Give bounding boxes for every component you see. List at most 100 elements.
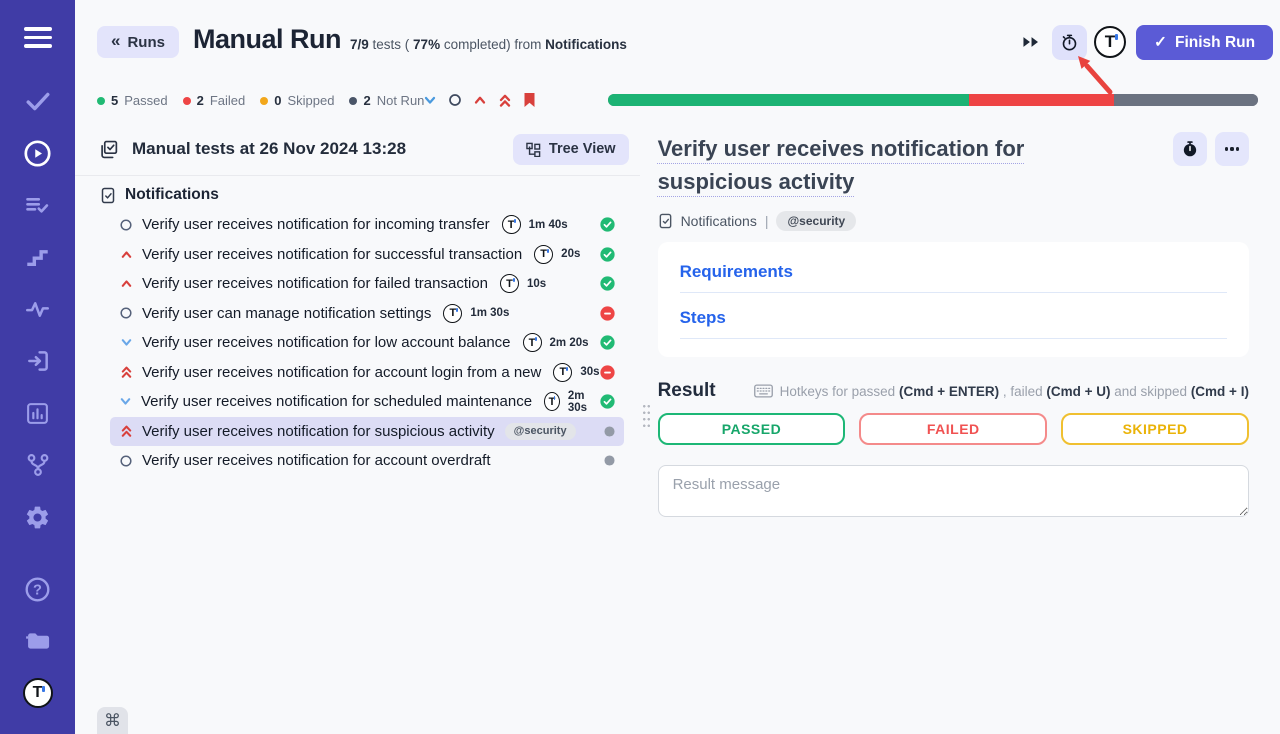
pulse-icon[interactable] bbox=[0, 283, 75, 335]
app-logo: T bbox=[23, 678, 53, 708]
duration-label: 30s bbox=[580, 366, 599, 378]
breadcrumb: Notifications | @security bbox=[658, 211, 1249, 231]
status-badge bbox=[600, 306, 615, 321]
test-row[interactable]: Verify user receives notification for ac… bbox=[110, 358, 624, 388]
bookmark-filter-icon[interactable] bbox=[523, 92, 536, 108]
test-row[interactable]: Verify user receives notification for ac… bbox=[110, 446, 624, 476]
import-icon[interactable] bbox=[0, 335, 75, 387]
suite-row[interactable]: Notifications bbox=[100, 186, 640, 204]
hotkeys-hint: Hotkeys for passed (Cmd + ENTER) , faile… bbox=[754, 384, 1249, 399]
priority-icon bbox=[119, 277, 133, 290]
branches-icon[interactable] bbox=[0, 439, 75, 491]
test-row[interactable]: Verify user receives notification for su… bbox=[110, 240, 624, 270]
fast-forward-icon[interactable] bbox=[1022, 35, 1040, 49]
test-meta: T 30s bbox=[553, 363, 599, 382]
section-steps[interactable]: Steps bbox=[680, 308, 1227, 328]
priority-icon bbox=[119, 306, 133, 320]
result-head: Result Hotkeys for passed (Cmd + ENTER) … bbox=[658, 380, 1249, 402]
status-badge bbox=[600, 365, 615, 380]
more-options-button[interactable] bbox=[1215, 132, 1249, 166]
help-icon[interactable]: ? bbox=[0, 563, 75, 615]
passed-button[interactable]: PASSED bbox=[658, 413, 846, 445]
skipped-button[interactable]: SKIPPED bbox=[1061, 413, 1249, 445]
result-heading: Result bbox=[658, 380, 716, 402]
status-badge bbox=[600, 335, 615, 350]
duration-label: 2m 20s bbox=[550, 337, 589, 349]
test-title: Verify user receives notification for ac… bbox=[142, 452, 491, 469]
test-title: Verify user receives notification for in… bbox=[142, 216, 490, 233]
status-count-item[interactable]: 2 Not Run bbox=[349, 93, 424, 108]
failed-button[interactable]: FAILED bbox=[859, 413, 1047, 445]
test-row[interactable]: Verify user receives notification for su… bbox=[110, 417, 624, 447]
filter-icons bbox=[423, 92, 536, 108]
double-chevron-up-filter-icon[interactable] bbox=[498, 93, 512, 108]
account-logo[interactable]: T bbox=[1094, 26, 1126, 58]
test-row[interactable]: Verify user receives notification for fa… bbox=[110, 269, 624, 299]
test-title: Verify user can manage notification sett… bbox=[142, 305, 431, 322]
tree-view-icon bbox=[526, 142, 541, 157]
priority-icon bbox=[119, 424, 133, 438]
menu-icon[interactable] bbox=[0, 0, 75, 75]
test-meta: T 1m 40s bbox=[502, 215, 568, 234]
keyboard-icon bbox=[754, 384, 773, 398]
status-badge bbox=[604, 455, 615, 466]
detail-actions bbox=[1173, 132, 1249, 166]
automation-logo-icon: T bbox=[534, 245, 553, 264]
test-row[interactable]: Verify user receives notification for in… bbox=[110, 210, 624, 240]
topbar: « Runs Manual Run 7/9 tests ( 77% comple… bbox=[75, 0, 1280, 85]
tree-view-button[interactable]: Tree View bbox=[513, 134, 629, 165]
test-list: Verify user receives notification for in… bbox=[75, 210, 640, 476]
progress-segment bbox=[608, 94, 969, 106]
stopwatch-icon bbox=[1060, 33, 1079, 52]
steps-icon[interactable] bbox=[0, 231, 75, 283]
automation-logo-icon: T bbox=[523, 333, 542, 352]
tag-badge[interactable]: @security bbox=[776, 211, 856, 231]
settings-gear-icon[interactable] bbox=[0, 491, 75, 543]
suite-label: Notifications bbox=[125, 186, 219, 204]
priority-icon bbox=[119, 336, 133, 349]
command-palette-button[interactable]: ⌘ bbox=[97, 707, 128, 734]
status-count-item[interactable]: 0 Skipped bbox=[260, 93, 334, 108]
chevron-down-filter-icon[interactable] bbox=[423, 93, 437, 107]
suite-doc-icon bbox=[100, 187, 116, 204]
status-count-item[interactable]: 5 Passed bbox=[97, 93, 168, 108]
tests-check-icon[interactable] bbox=[0, 75, 75, 127]
run-header: Manual tests at 26 Nov 2024 13:28 Tree V… bbox=[75, 123, 640, 176]
status-badge bbox=[600, 276, 615, 291]
percent-completed: 77% bbox=[413, 37, 440, 52]
status-badge bbox=[604, 426, 615, 437]
finish-run-button[interactable]: ✓ Finish Run bbox=[1136, 25, 1273, 60]
circle-filter-icon[interactable] bbox=[448, 93, 462, 107]
svg-text:?: ? bbox=[33, 582, 42, 598]
automation-logo-icon: T bbox=[500, 274, 519, 293]
test-title: Verify user receives notification for sc… bbox=[141, 393, 532, 410]
runs-play-icon[interactable] bbox=[0, 127, 75, 179]
priority-icon bbox=[119, 248, 133, 261]
breadcrumb-suite[interactable]: Notifications bbox=[681, 213, 757, 229]
test-row[interactable]: Verify user receives notification for sc… bbox=[110, 387, 624, 417]
test-row[interactable]: Verify user can manage notification sett… bbox=[110, 299, 624, 329]
plans-list-check-icon[interactable] bbox=[0, 179, 75, 231]
test-row[interactable]: Verify user receives notification for lo… bbox=[110, 328, 624, 358]
sidebar-app-logo[interactable]: T bbox=[0, 667, 75, 719]
test-title: Verify user receives notification for fa… bbox=[142, 275, 488, 292]
automation-logo-icon: T bbox=[443, 304, 462, 323]
chevron-up-filter-icon[interactable] bbox=[473, 93, 487, 107]
section-requirements[interactable]: Requirements bbox=[680, 262, 1227, 282]
duration-label: 2m 30s bbox=[568, 390, 600, 414]
duration-label: 1m 30s bbox=[470, 307, 509, 319]
result-buttons: PASSED FAILED SKIPPED bbox=[658, 413, 1249, 445]
timer-detail-button[interactable] bbox=[1173, 132, 1207, 166]
back-to-runs-button[interactable]: « Runs bbox=[97, 26, 179, 58]
status-count-item[interactable]: 2 Failed bbox=[183, 93, 246, 108]
test-detail-panel: Verify user receives notification for su… bbox=[640, 123, 1280, 734]
run-title: Manual tests at 26 Nov 2024 13:28 bbox=[132, 139, 406, 159]
automation-logo-icon: T bbox=[553, 363, 572, 382]
breadcrumb-doc-icon bbox=[658, 213, 673, 229]
detail-card: Requirements Steps bbox=[658, 242, 1249, 357]
status-dot-icon bbox=[97, 97, 105, 105]
analytics-icon[interactable] bbox=[0, 387, 75, 439]
result-message-input[interactable] bbox=[658, 465, 1249, 517]
timer-button[interactable] bbox=[1052, 25, 1087, 60]
projects-folder-icon[interactable] bbox=[0, 615, 75, 667]
